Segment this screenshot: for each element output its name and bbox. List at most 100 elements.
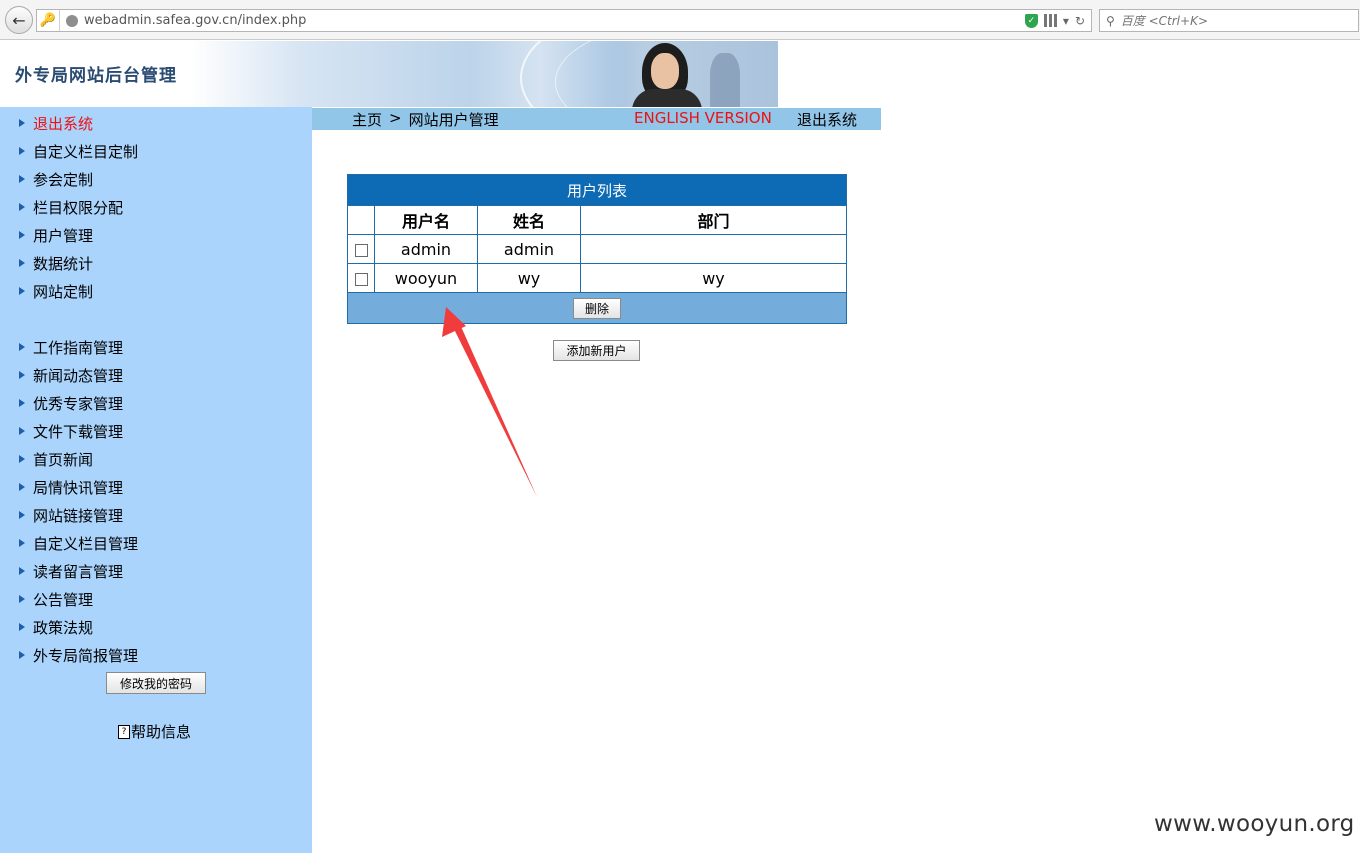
sidebar-item-site-customize[interactable]: 网站定制 xyxy=(19,280,93,302)
sidebar-item-label: 局情快讯管理 xyxy=(33,478,124,497)
column-header-department: 部门 xyxy=(580,205,847,235)
table-footer-cell: 删除 xyxy=(347,292,847,324)
sidebar-item-label: 自定义栏目管理 xyxy=(33,534,139,553)
arrow-shaft xyxy=(452,322,537,497)
sidebar-item-label: 用户管理 xyxy=(33,226,94,245)
reload-icon[interactable]: ↻ xyxy=(1075,14,1085,28)
sidebar-item-label: 网站链接管理 xyxy=(33,506,124,525)
breadcrumb-separator: > xyxy=(389,109,402,127)
cell-username: admin xyxy=(374,234,478,264)
qr-code-icon[interactable] xyxy=(1043,14,1057,27)
sidebar-item-label: 政策法规 xyxy=(33,618,94,637)
sidebar-item-label: 文件下载管理 xyxy=(33,422,124,441)
add-user-button[interactable]: 添加新用户 xyxy=(553,340,640,361)
sidebar-item-label: 栏目权限分配 xyxy=(33,198,124,217)
table-row: admin admin xyxy=(347,234,847,264)
user-list-table: 用户列表 用户名 姓名 部门 admin admin wooyun wy wy … xyxy=(347,174,847,324)
triangle-bullet-icon xyxy=(19,567,25,575)
change-password-button[interactable]: 修改我的密码 xyxy=(106,672,206,694)
site-banner: 外专局网站后台管理 xyxy=(0,41,778,107)
triangle-bullet-icon xyxy=(19,147,25,155)
triangle-bullet-icon xyxy=(19,651,25,659)
sidebar-item-meeting-define[interactable]: 参会定制 xyxy=(19,168,93,190)
address-bar-divider xyxy=(59,10,60,31)
sidebar-item-policies[interactable]: 政策法规 xyxy=(19,616,93,638)
row-select-cell xyxy=(347,234,375,264)
table-header-row: 用户名 姓名 部门 xyxy=(347,205,847,235)
back-arrow-icon[interactable]: ← xyxy=(5,6,33,34)
sidebar-item-label: 工作指南管理 xyxy=(33,338,124,357)
breadcrumb: 主页 > 网站用户管理 xyxy=(352,109,499,130)
sidebar-item-label: 首页新闻 xyxy=(33,450,94,469)
triangle-bullet-icon xyxy=(19,455,25,463)
address-bar-tools: ✓ ▾ ↻ xyxy=(1024,13,1091,28)
site-title: 外专局网站后台管理 xyxy=(15,66,177,86)
triangle-bullet-icon xyxy=(19,203,25,211)
sidebar-item-reader-messages[interactable]: 读者留言管理 xyxy=(19,560,123,582)
red-annotation-arrow xyxy=(442,307,537,497)
delete-button[interactable]: 删除 xyxy=(573,297,621,319)
breadcrumb-home[interactable]: 主页 xyxy=(352,109,382,130)
search-box[interactable]: ⚲ xyxy=(1099,9,1359,32)
triangle-bullet-icon xyxy=(19,259,25,267)
watermark: www.wooyun.org xyxy=(1154,811,1355,837)
shield-icon[interactable]: ✓ xyxy=(1024,13,1038,28)
cell-department: wy xyxy=(580,263,847,293)
cell-name: wy xyxy=(477,263,581,293)
key-icon[interactable]: 🔑 xyxy=(37,13,59,28)
sidebar-item-custom-column-manage[interactable]: 自定义栏目管理 xyxy=(19,532,138,554)
sidebar-item-announcements[interactable]: 公告管理 xyxy=(19,588,93,610)
search-input[interactable] xyxy=(1120,13,1321,28)
sidebar-item-downloads[interactable]: 文件下载管理 xyxy=(19,420,123,442)
triangle-bullet-icon xyxy=(19,539,25,547)
top-nav-bar: 主页 > 网站用户管理 ENGLISH VERSION 退出系统 xyxy=(312,108,881,130)
triangle-bullet-icon xyxy=(19,483,25,491)
help-label: 帮助信息 xyxy=(131,723,192,741)
dropdown-triangle-icon[interactable]: ▾ xyxy=(1063,14,1069,28)
globe-icon xyxy=(66,14,78,27)
sidebar-item-site-links[interactable]: 网站链接管理 xyxy=(19,504,123,526)
sidebar-item-label: 外专局简报管理 xyxy=(33,646,139,665)
url-text[interactable]: webadmin.safea.gov.cn/index.php xyxy=(84,13,1025,28)
banner-photo xyxy=(610,41,778,107)
table-caption: 用户列表 xyxy=(347,174,847,206)
triangle-bullet-icon xyxy=(19,511,25,519)
sidebar-item-work-guide[interactable]: 工作指南管理 xyxy=(19,336,123,358)
sidebar-item-bulletins[interactable]: 外专局简报管理 xyxy=(19,644,138,666)
column-header-name: 姓名 xyxy=(477,205,581,235)
cell-department xyxy=(580,234,847,264)
triangle-bullet-icon xyxy=(19,595,25,603)
english-version-link[interactable]: ENGLISH VERSION xyxy=(634,109,772,127)
sidebar-item-label: 读者留言管理 xyxy=(33,562,124,581)
help-link[interactable]: ? 帮助信息 xyxy=(118,721,191,742)
sidebar-item-label: 数据统计 xyxy=(33,254,94,273)
table-footer-row: 删除 xyxy=(347,292,847,324)
sidebar-item-user-management[interactable]: 用户管理 xyxy=(19,224,93,246)
sidebar-item-experts[interactable]: 优秀专家管理 xyxy=(19,392,123,414)
sidebar-item-news[interactable]: 新闻动态管理 xyxy=(19,364,123,386)
row-checkbox[interactable] xyxy=(354,243,368,257)
sidebar-item-column-permissions[interactable]: 栏目权限分配 xyxy=(19,196,123,218)
triangle-bullet-icon xyxy=(19,371,25,379)
search-icon: ⚲ xyxy=(1106,13,1115,28)
browser-toolbar: ← 🔑 webadmin.safea.gov.cn/index.php ✓ ▾ … xyxy=(0,0,1360,40)
sidebar: 退出系统 自定义栏目定制 参会定制 栏目权限分配 用户管理 数据统计 网站定制 … xyxy=(0,107,312,853)
sidebar-item-bureau-briefs[interactable]: 局情快讯管理 xyxy=(19,476,123,498)
triangle-bullet-icon xyxy=(19,623,25,631)
select-column-header xyxy=(347,205,375,235)
triangle-bullet-icon xyxy=(19,119,25,127)
sidebar-item-statistics[interactable]: 数据统计 xyxy=(19,252,93,274)
triangle-bullet-icon xyxy=(19,231,25,239)
sidebar-item-label: 自定义栏目定制 xyxy=(33,142,139,161)
sidebar-item-label: 公告管理 xyxy=(33,590,94,609)
sidebar-item-home-news[interactable]: 首页新闻 xyxy=(19,448,93,470)
sidebar-item-logout[interactable]: 退出系统 xyxy=(19,112,93,134)
logout-link[interactable]: 退出系统 xyxy=(797,109,857,130)
sidebar-item-label: 优秀专家管理 xyxy=(33,394,124,413)
address-bar[interactable]: 🔑 webadmin.safea.gov.cn/index.php ✓ ▾ ↻ xyxy=(36,9,1092,32)
sidebar-item-custom-column-define[interactable]: 自定义栏目定制 xyxy=(19,140,138,162)
row-checkbox[interactable] xyxy=(354,272,368,286)
column-header-username: 用户名 xyxy=(374,205,478,235)
sidebar-item-label: 新闻动态管理 xyxy=(33,366,124,385)
triangle-bullet-icon xyxy=(19,175,25,183)
